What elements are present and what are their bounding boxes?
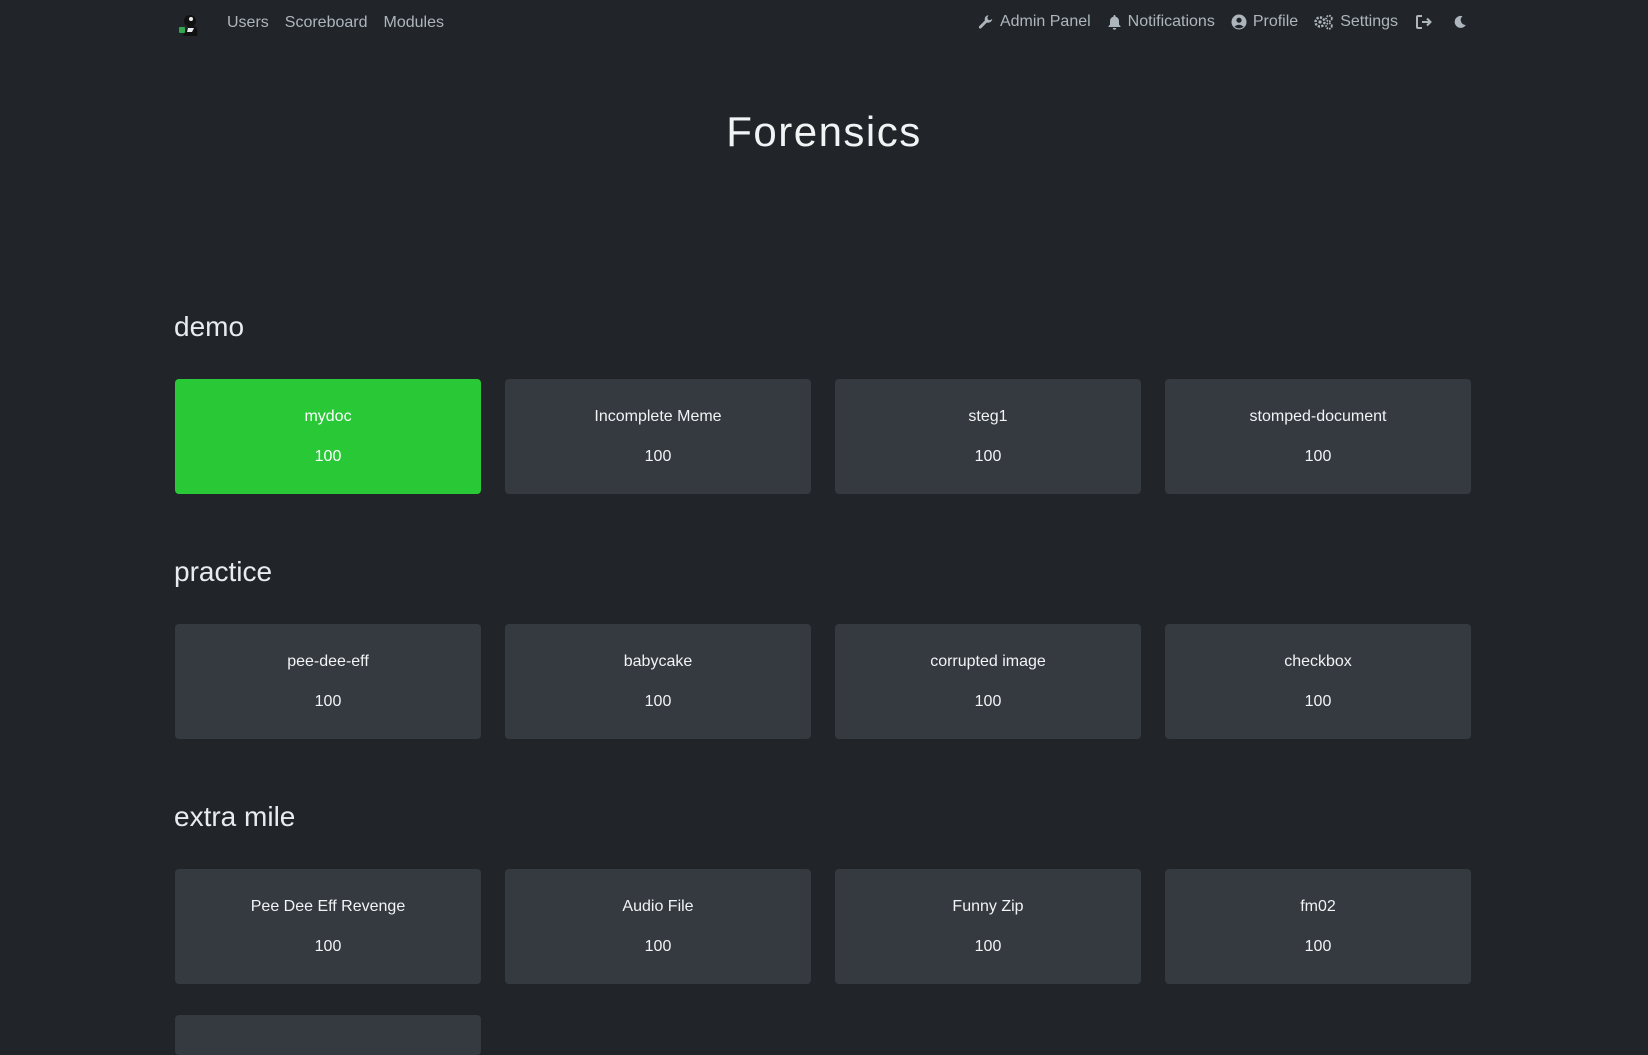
challenge-name: steg1 bbox=[968, 408, 1008, 425]
challenge-name: Audio File bbox=[622, 898, 694, 915]
category-title-demo: demo bbox=[174, 311, 245, 342]
challenge-value: 100 bbox=[1304, 448, 1332, 465]
sign-out-icon bbox=[1416, 15, 1432, 29]
navbar: Users Scoreboard Modules Admin Panel Not… bbox=[0, 0, 1648, 46]
challenge-card-pee-dee-eff-revenge[interactable]: Pee Dee Eff Revenge 100 bbox=[175, 869, 481, 984]
challenge-value: 100 bbox=[1304, 693, 1332, 710]
challenge-card-partial[interactable] bbox=[175, 1015, 481, 1055]
theme-toggle-button[interactable] bbox=[1450, 14, 1470, 30]
challenge-name: babycake bbox=[623, 653, 693, 670]
challenge-card-pee-dee-eff[interactable]: pee-dee-eff 100 bbox=[175, 624, 481, 739]
nav-admin-panel-label: Admin Panel bbox=[999, 13, 1091, 30]
challenge-value: 100 bbox=[644, 693, 672, 710]
nav-scoreboard-link[interactable]: Scoreboard bbox=[285, 14, 368, 32]
challenge-card-checkbox[interactable]: checkbox 100 bbox=[1165, 624, 1471, 739]
challenge-grid-demo: mydoc 100 Incomplete Meme 100 steg1 100 … bbox=[175, 379, 1471, 494]
nav-settings-label: Settings bbox=[1340, 13, 1398, 30]
challenge-value: 100 bbox=[314, 448, 342, 465]
challenge-name: stomped-document bbox=[1249, 408, 1387, 425]
challenge-value: 100 bbox=[644, 938, 672, 955]
page-title: Forensics bbox=[726, 108, 922, 155]
category-title-practice: practice bbox=[174, 556, 273, 587]
site-logo[interactable] bbox=[175, 12, 201, 38]
nav-right: Admin Panel Notifications Profile Settin… bbox=[978, 0, 1470, 44]
moon-icon bbox=[1454, 15, 1466, 28]
bell-icon bbox=[1108, 15, 1121, 30]
challenge-value: 100 bbox=[974, 693, 1002, 710]
user-circle-icon bbox=[1231, 14, 1247, 30]
nav-profile-label: Profile bbox=[1252, 13, 1299, 30]
challenge-card-babycake[interactable]: babycake 100 bbox=[505, 624, 811, 739]
challenge-card-incomplete-meme[interactable]: Incomplete Meme 100 bbox=[505, 379, 811, 494]
nav-modules-link[interactable]: Modules bbox=[384, 14, 444, 32]
challenge-value: 100 bbox=[644, 448, 672, 465]
nav-left: Users Scoreboard Modules bbox=[227, 0, 444, 46]
challenge-card-steg1[interactable]: steg1 100 bbox=[835, 379, 1141, 494]
challenge-value: 100 bbox=[314, 693, 342, 710]
challenge-name: mydoc bbox=[304, 408, 352, 425]
nav-notifications-link[interactable]: Notifications bbox=[1107, 13, 1215, 31]
challenge-name: checkbox bbox=[1284, 653, 1352, 670]
challenge-name: Incomplete Meme bbox=[594, 408, 722, 425]
challenge-card-stomped-document[interactable]: stomped-document 100 bbox=[1165, 379, 1471, 494]
challenge-value: 100 bbox=[1304, 938, 1332, 955]
challenge-card-corrupted-image[interactable]: corrupted image 100 bbox=[835, 624, 1141, 739]
challenge-value: 100 bbox=[314, 938, 342, 955]
nav-users-link[interactable]: Users bbox=[227, 14, 269, 32]
challenge-name: pee-dee-eff bbox=[287, 653, 369, 670]
nav-logout-link[interactable] bbox=[1414, 14, 1434, 30]
challenge-name: Funny Zip bbox=[952, 898, 1024, 915]
logo-icon bbox=[179, 15, 198, 36]
challenge-value: 100 bbox=[974, 448, 1002, 465]
challenge-name: fm02 bbox=[1300, 898, 1336, 915]
challenge-value: 100 bbox=[974, 938, 1002, 955]
challenge-name: corrupted image bbox=[930, 653, 1046, 670]
challenge-card-fm02[interactable]: fm02 100 bbox=[1165, 869, 1471, 984]
category-title-extra-mile: extra mile bbox=[174, 801, 296, 832]
nav-notifications-label: Notifications bbox=[1127, 13, 1215, 30]
wrench-icon bbox=[978, 15, 993, 29]
challenge-card-funny-zip[interactable]: Funny Zip 100 bbox=[835, 869, 1141, 984]
nav-admin-panel-link[interactable]: Admin Panel bbox=[978, 13, 1091, 31]
challenge-grid-extra-mile: Pee Dee Eff Revenge 100 Audio File 100 F… bbox=[175, 869, 1471, 984]
challenge-card-mydoc[interactable]: mydoc 100 bbox=[175, 379, 481, 494]
nav-profile-link[interactable]: Profile bbox=[1231, 13, 1298, 31]
challenge-name: Pee Dee Eff Revenge bbox=[250, 898, 406, 915]
cogs-icon bbox=[1314, 14, 1333, 30]
nav-settings-link[interactable]: Settings bbox=[1314, 13, 1398, 31]
challenge-grid-practice: pee-dee-eff 100 babycake 100 corrupted i… bbox=[175, 624, 1471, 739]
challenge-card-audio-file[interactable]: Audio File 100 bbox=[505, 869, 811, 984]
